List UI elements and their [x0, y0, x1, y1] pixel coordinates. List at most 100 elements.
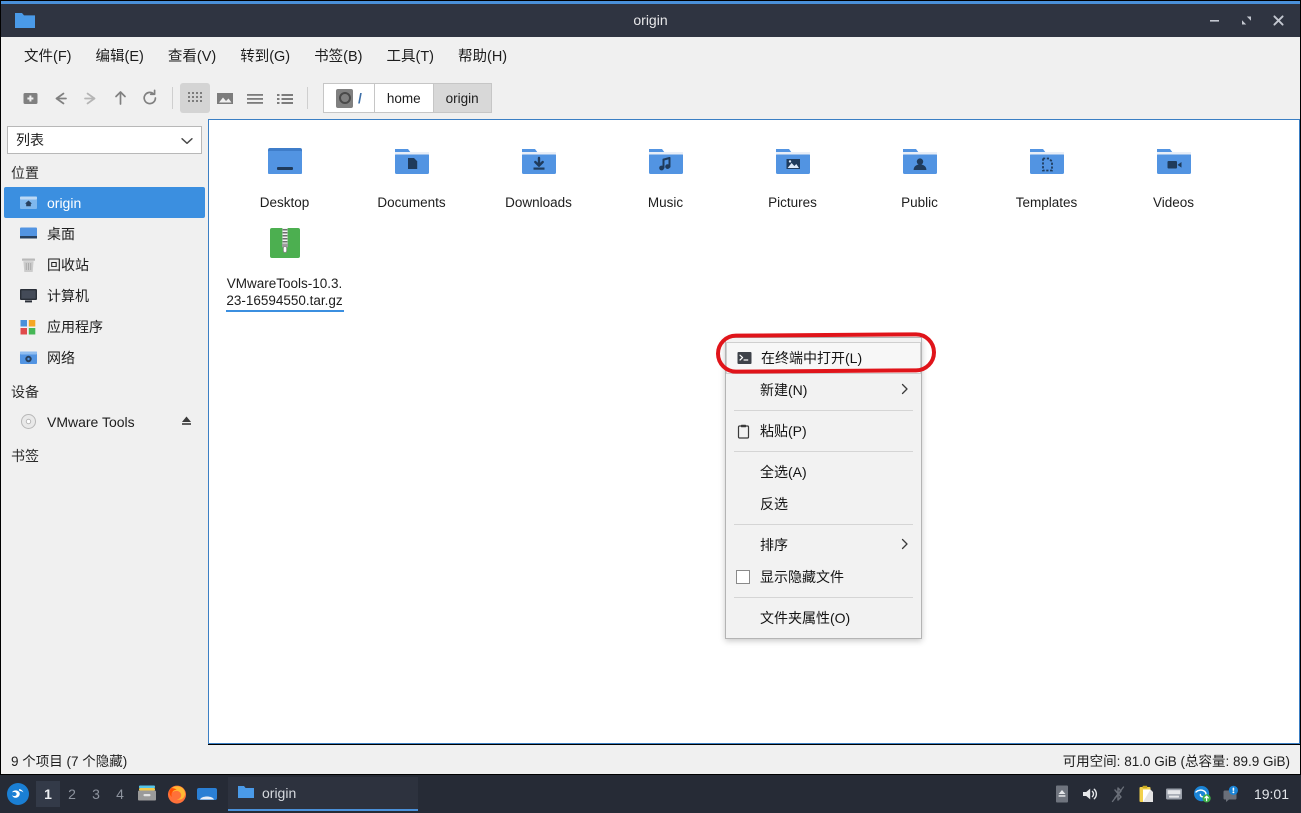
window-controls	[1200, 4, 1292, 37]
sidebar-item-origin[interactable]: origin	[4, 187, 205, 218]
view-mode-select[interactable]: 列表	[7, 126, 202, 154]
file-item-videos[interactable]: Videos	[1110, 130, 1237, 211]
workspace-3[interactable]: 3	[84, 781, 108, 807]
bluetooth-disabled-icon[interactable]	[1108, 783, 1128, 805]
menu-bar: 文件(F) 编辑(E) 查看(V) 转到(G) 书签(B) 工具(T) 帮助(H…	[1, 37, 1300, 77]
workspace-4[interactable]: 4	[108, 781, 132, 807]
home-folder-icon	[18, 193, 38, 213]
reload-icon[interactable]	[135, 83, 165, 113]
clock[interactable]: 19:01	[1254, 786, 1289, 802]
view-compact-icon[interactable]	[240, 83, 270, 113]
file-item-public[interactable]: Public	[856, 130, 983, 211]
deepin-launcher-icon[interactable]	[0, 782, 36, 806]
ctx-separator	[734, 410, 913, 411]
path-segment-home[interactable]: home	[373, 83, 434, 113]
firefox-icon[interactable]	[162, 783, 192, 805]
sidebar-group-places-title: 位置	[11, 165, 39, 181]
sidebar-item-label-network: 网络	[47, 349, 75, 366]
volume-icon[interactable]	[1080, 783, 1100, 805]
toolbar-separator-2	[307, 87, 308, 109]
clipboard-tray-icon[interactable]	[1136, 783, 1156, 805]
sidebar-item-trash[interactable]: 回收站	[4, 249, 205, 280]
maximize-button[interactable]	[1232, 7, 1260, 35]
ctx-sort[interactable]: 排序	[726, 529, 921, 561]
sidebar-item-applications[interactable]: 应用程序	[4, 311, 205, 342]
menu-go[interactable]: 转到(G)	[229, 43, 301, 71]
menu-help[interactable]: 帮助(H)	[447, 43, 518, 71]
ctx-separator	[734, 451, 913, 452]
file-item-downloads[interactable]: Downloads	[475, 130, 602, 211]
ctx-label: 反选	[760, 496, 788, 512]
context-menu: 在终端中打开(L) 新建(N) 粘贴(P) 全选(A) 反选 排序 显示隐藏文件…	[725, 337, 922, 639]
eject-icon[interactable]	[180, 414, 193, 430]
trash-icon	[18, 255, 38, 275]
ctx-paste[interactable]: 粘贴(P)	[726, 415, 921, 447]
ctx-folder-properties[interactable]: 文件夹属性(O)	[726, 602, 921, 634]
file-label: Public	[901, 195, 938, 210]
menu-view[interactable]: 查看(V)	[157, 43, 227, 71]
network-icon	[18, 348, 38, 368]
workspace-1[interactable]: 1	[36, 781, 60, 807]
open-terminal-here-icon[interactable]	[15, 83, 45, 113]
path-segment-origin[interactable]: origin	[432, 83, 492, 113]
sidebar-item-label-computer: 计算机	[47, 287, 89, 304]
menu-file[interactable]: 文件(F)	[13, 43, 83, 71]
view-icons-icon[interactable]	[180, 83, 210, 113]
file-item-pictures[interactable]: Pictures	[729, 130, 856, 211]
up-icon[interactable]	[105, 83, 135, 113]
network-update-icon[interactable]	[1192, 783, 1212, 805]
file-label: Videos	[1152, 195, 1195, 210]
sidebar-item-computer[interactable]: 计算机	[4, 280, 205, 311]
menu-tools[interactable]: 工具(T)	[375, 43, 445, 71]
forward-icon[interactable]	[75, 83, 105, 113]
sidebar-item-label-applications: 应用程序	[47, 318, 103, 335]
ctx-select-all[interactable]: 全选(A)	[726, 456, 921, 488]
sidebar-item-label-vmware-tools: VMware Tools	[47, 413, 135, 430]
file-archive-icon[interactable]	[132, 784, 162, 804]
minimize-button[interactable]	[1200, 7, 1228, 35]
taskbar-window-origin[interactable]: origin	[228, 777, 418, 811]
view-thumbnails-icon[interactable]	[210, 83, 240, 113]
sidebar-item-label-desktop: 桌面	[47, 225, 75, 242]
show-hidden-checkbox[interactable]	[726, 570, 760, 584]
file-item-vmwaretools-archive[interactable]: VMwareTools-10.3.23-16594550.tar.gz	[221, 211, 348, 312]
file-label: Documents	[377, 195, 446, 210]
file-item-documents[interactable]: Documents	[348, 130, 475, 211]
ctx-open-in-terminal[interactable]: 在终端中打开(L)	[726, 342, 921, 374]
clipboard-icon	[726, 424, 760, 439]
ctx-show-hidden[interactable]: 显示隐藏文件	[726, 561, 921, 593]
back-icon[interactable]	[45, 83, 75, 113]
sidebar-item-network[interactable]: 网络	[4, 342, 205, 373]
status-bar: 9 个项目 (7 个隐藏) 可用空间: 81.0 GiB (总容量: 89.9 …	[1, 745, 1300, 774]
file-item-templates[interactable]: Templates	[983, 130, 1110, 211]
close-button[interactable]	[1264, 7, 1292, 35]
breadcrumb: / home origin	[323, 83, 492, 113]
keyboard-icon[interactable]	[1164, 783, 1184, 805]
checkbox-unchecked-icon	[736, 570, 750, 584]
ctx-label: 全选(A)	[760, 464, 807, 480]
file-item-desktop[interactable]: Desktop	[221, 130, 348, 211]
folder-videos-icon	[1150, 138, 1198, 186]
sidebar-item-label-trash: 回收站	[47, 256, 89, 273]
file-manager-window: origin 文件(F) 编辑(E) 查看(V) 转到(G) 书签(B) 工具(…	[0, 0, 1301, 775]
sidebar-item-desktop[interactable]: 桌面	[4, 218, 205, 249]
deepin-store-icon[interactable]	[192, 785, 222, 803]
menu-edit[interactable]: 编辑(E)	[85, 43, 155, 71]
sidebar-item-vmware-tools[interactable]: VMware Tools	[4, 406, 205, 437]
title-bar: origin	[1, 4, 1300, 37]
sidebar-item-label-origin: origin	[47, 194, 82, 211]
menu-bookmarks[interactable]: 书签(B)	[303, 43, 373, 71]
notification-icon[interactable]	[1220, 783, 1240, 805]
file-label: Templates	[1015, 195, 1078, 210]
view-details-icon[interactable]	[270, 83, 300, 113]
ctx-invert-selection[interactable]: 反选	[726, 488, 921, 520]
ctx-new[interactable]: 新建(N)	[726, 374, 921, 406]
eject-icon[interactable]	[1052, 783, 1072, 805]
file-label: Desktop	[259, 195, 310, 210]
path-root-button[interactable]: /	[323, 83, 375, 113]
file-item-music[interactable]: Music	[602, 130, 729, 211]
workspace-2[interactable]: 2	[60, 781, 84, 807]
applications-icon	[18, 317, 38, 337]
optical-disc-icon	[18, 412, 38, 432]
folder-templates-icon	[1023, 138, 1071, 186]
